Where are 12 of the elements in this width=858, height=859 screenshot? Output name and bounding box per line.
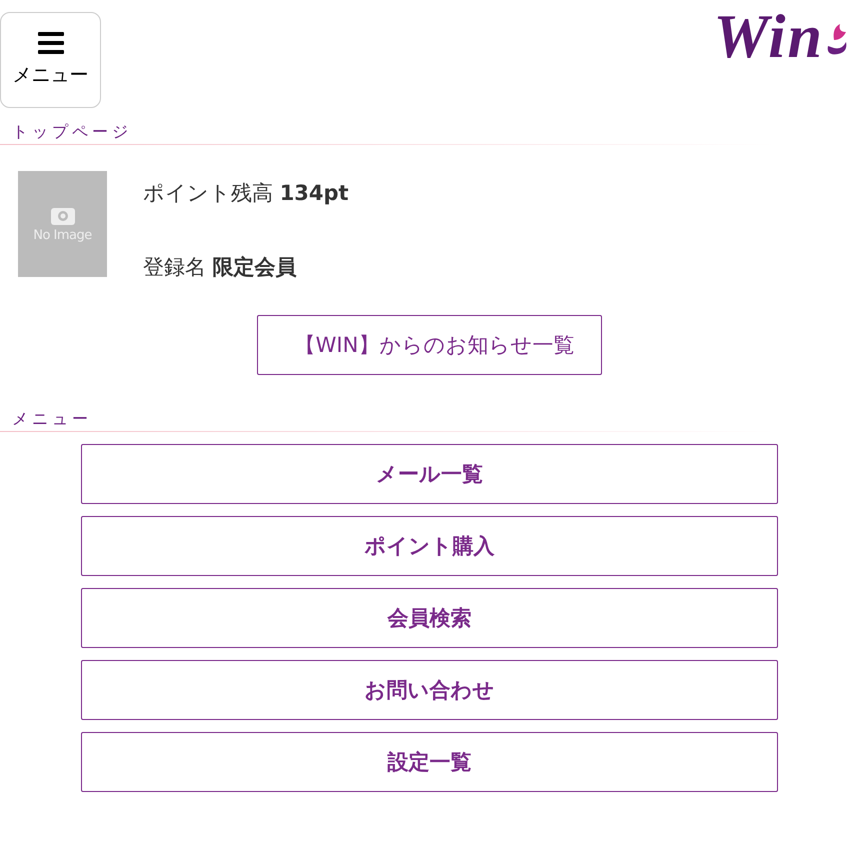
notice-list-button[interactable]: 【WIN】からのお知らせ一覧 [257, 315, 602, 375]
logo[interactable]: Win [713, 2, 850, 73]
menu-item[interactable]: 設定一覧 [81, 732, 778, 792]
menu-button[interactable]: メニュー [0, 12, 101, 108]
registered-name: 登録名 限定会員 [143, 254, 298, 281]
points-balance: ポイント残高 134pt [143, 180, 349, 207]
camera-icon [50, 205, 74, 225]
menu-item[interactable]: 会員検索 [81, 588, 778, 648]
menu-icon [38, 32, 64, 54]
menu-item[interactable]: お問い合わせ [81, 660, 778, 720]
menu-item[interactable]: メール一覧 [81, 444, 778, 504]
menu-item[interactable]: ポイント購入 [81, 516, 778, 576]
